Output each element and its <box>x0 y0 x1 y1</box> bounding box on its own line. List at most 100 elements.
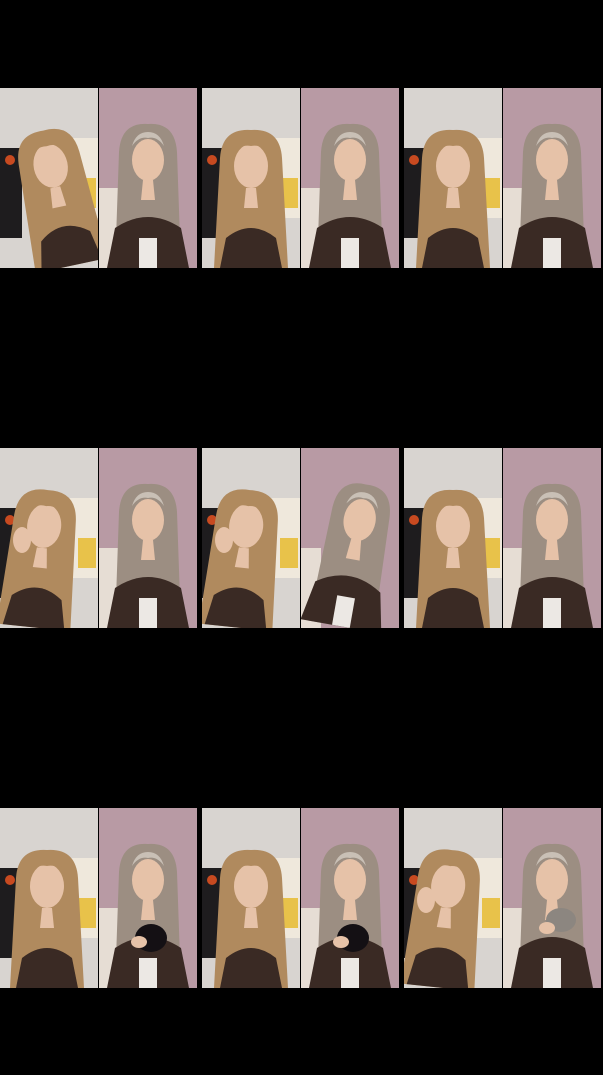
inner-top <box>341 958 359 988</box>
frame-tile <box>202 808 403 988</box>
right-video-pane <box>99 448 197 628</box>
frame-tile <box>404 448 603 628</box>
face <box>536 139 568 181</box>
face <box>132 859 164 901</box>
face <box>334 859 366 901</box>
chair-logo-icon <box>207 875 217 885</box>
inner-top <box>341 238 359 268</box>
right-frame-image <box>503 448 601 628</box>
left-frame-image <box>404 88 502 268</box>
right-frame-image <box>503 808 601 988</box>
left-frame-image <box>202 88 300 268</box>
left-video-pane <box>0 808 98 988</box>
neck <box>545 180 559 200</box>
left-frame-image <box>202 448 300 628</box>
left-frame-image <box>0 448 98 628</box>
left-frame-image <box>404 448 502 628</box>
yellow-box <box>78 898 96 928</box>
neck <box>141 540 155 560</box>
left-video-pane <box>202 448 300 628</box>
face <box>132 499 164 541</box>
right-frame-image <box>99 88 197 268</box>
person-figure <box>214 129 288 268</box>
right-frame-image <box>99 448 197 628</box>
face <box>536 499 568 541</box>
hand <box>333 936 349 948</box>
right-video-pane <box>99 88 197 268</box>
neck <box>446 548 460 568</box>
left-video-pane <box>202 808 300 988</box>
left-video-pane <box>404 808 502 988</box>
right-frame-image <box>99 808 197 988</box>
inner-top <box>139 598 157 628</box>
neck <box>545 540 559 560</box>
frame-tile <box>202 448 403 628</box>
hand <box>539 922 555 934</box>
right-frame-image <box>301 808 399 988</box>
chair-logo-icon <box>207 155 217 165</box>
inner-top <box>543 598 561 628</box>
person-figure <box>214 849 288 988</box>
chair-logo-icon <box>409 515 419 525</box>
frame-tile <box>404 808 603 988</box>
person-figure <box>416 129 490 268</box>
frame-tile <box>202 88 403 268</box>
inner-top <box>543 238 561 268</box>
neck <box>343 180 357 200</box>
frame-tile <box>0 88 201 268</box>
left-video-pane <box>404 88 502 268</box>
right-frame-image <box>503 88 601 268</box>
left-frame-image <box>404 808 502 988</box>
person-figure <box>10 849 84 988</box>
neck <box>244 188 258 208</box>
frame-tile <box>0 448 201 628</box>
chair-logo-icon <box>5 875 15 885</box>
right-video-pane <box>99 808 197 988</box>
inner-top <box>139 238 157 268</box>
face <box>234 864 268 908</box>
hand <box>417 887 435 913</box>
face <box>436 504 470 548</box>
right-video-pane <box>301 448 399 628</box>
chair-logo-icon <box>5 155 15 165</box>
face <box>334 139 366 181</box>
frame-tile <box>404 88 603 268</box>
inner-top <box>543 958 561 988</box>
left-frame-image <box>0 808 98 988</box>
face <box>132 139 164 181</box>
left-video-pane <box>0 88 98 268</box>
neck <box>343 900 357 920</box>
frame-tile <box>0 808 201 988</box>
chair-logo-icon <box>409 155 419 165</box>
face <box>30 864 64 908</box>
neck <box>141 180 155 200</box>
right-video-pane <box>301 808 399 988</box>
face <box>436 144 470 188</box>
yellow-box <box>482 898 500 928</box>
right-video-pane <box>503 448 601 628</box>
inner-top <box>139 958 157 988</box>
left-frame-image <box>202 808 300 988</box>
left-frame-image <box>0 88 98 268</box>
right-video-pane <box>503 808 601 988</box>
face <box>536 859 568 901</box>
right-frame-image <box>301 448 399 628</box>
hand <box>13 527 31 553</box>
right-frame-image <box>301 88 399 268</box>
left-video-pane <box>404 448 502 628</box>
hand <box>215 527 233 553</box>
right-video-pane <box>301 88 399 268</box>
neck <box>446 188 460 208</box>
left-video-pane <box>0 448 98 628</box>
yellow-box <box>78 538 96 568</box>
right-video-pane <box>503 88 601 268</box>
face <box>234 144 268 188</box>
neck <box>244 908 258 928</box>
neck <box>141 900 155 920</box>
hand <box>131 936 147 948</box>
left-video-pane <box>202 88 300 268</box>
yellow-box <box>280 538 298 568</box>
person-figure <box>416 489 490 628</box>
neck <box>40 908 54 928</box>
video-frame-grid <box>0 0 603 1075</box>
